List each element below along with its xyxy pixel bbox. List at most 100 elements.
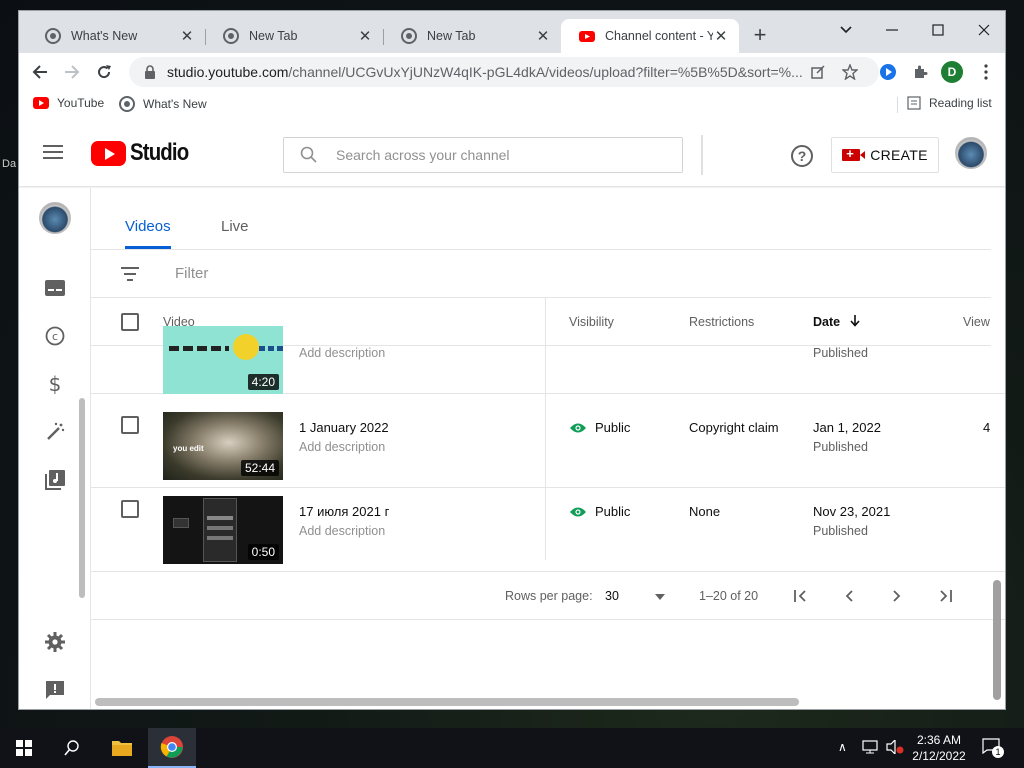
- col-date[interactable]: Date: [813, 315, 860, 329]
- tab-videos[interactable]: Videos: [125, 218, 171, 235]
- account-avatar[interactable]: [955, 137, 987, 169]
- col-restrictions[interactable]: Restrictions: [689, 315, 754, 329]
- bookmark-star-button[interactable]: [837, 59, 863, 85]
- maximize-button[interactable]: [915, 15, 961, 45]
- create-button[interactable]: CREATE: [831, 137, 939, 173]
- visibility-cell[interactable]: Public: [569, 504, 630, 519]
- address-bar[interactable]: studio.youtube.com/channel/UCGvUxYjUNzW4…: [129, 57, 879, 87]
- reload-icon: [98, 65, 111, 79]
- tab-close-icon[interactable]: ✕: [179, 27, 195, 45]
- nav-copyright[interactable]: c: [43, 324, 67, 348]
- filter-input[interactable]: Filter: [175, 265, 208, 282]
- tab-close-icon[interactable]: ✕: [357, 27, 373, 45]
- reload-button[interactable]: [91, 59, 117, 85]
- col-views[interactable]: View: [963, 315, 990, 329]
- studio-header: Studio Search across your channel ? CREA…: [19, 119, 1005, 187]
- first-page-button[interactable]: [791, 586, 811, 606]
- extension-button[interactable]: [875, 59, 901, 85]
- nav-settings[interactable]: [43, 630, 67, 654]
- bookmarks-bar: YouTube What's New Reading list: [19, 91, 1005, 117]
- file-explorer-button[interactable]: [98, 728, 146, 768]
- tab-channel-content[interactable]: Channel content - Yo ✕: [561, 19, 739, 53]
- action-center-button[interactable]: 1: [982, 738, 1004, 758]
- tab-live[interactable]: Live: [221, 218, 249, 235]
- restrictions-cell[interactable]: None: [689, 504, 720, 519]
- share-button[interactable]: [805, 59, 831, 85]
- tab-close-icon[interactable]: ✕: [535, 27, 551, 45]
- restrictions-cell[interactable]: Copyright claim: [689, 420, 779, 435]
- url-host: studio.youtube.com: [167, 64, 289, 80]
- share-icon: [811, 65, 825, 79]
- video-title[interactable]: 17 июля 2021 г: [299, 504, 389, 519]
- system-clock[interactable]: 2:36 AM 2/12/2022: [904, 732, 974, 764]
- content-horizontal-scrollbar[interactable]: [95, 698, 799, 706]
- help-icon[interactable]: ?: [791, 145, 813, 167]
- browser-toolbar: studio.youtube.com/channel/UCGvUxYjUNzW4…: [19, 53, 1005, 91]
- close-window-button[interactable]: [961, 15, 1005, 45]
- previous-page-button[interactable]: [839, 586, 859, 606]
- reading-list-button[interactable]: Reading list: [907, 96, 992, 110]
- col-visibility[interactable]: Visibility: [569, 315, 614, 329]
- dollar-icon: $: [49, 373, 62, 395]
- channel-avatar[interactable]: [39, 202, 71, 234]
- publish-status: Published: [813, 524, 868, 538]
- table-row[interactable]: 0:50 17 июля 2021 г Add description Publ…: [91, 488, 1005, 572]
- tab-whats-new[interactable]: What's New ✕: [27, 19, 205, 53]
- nav-subtitles[interactable]: [43, 276, 67, 300]
- browser-menu-button[interactable]: [973, 59, 999, 85]
- back-button[interactable]: [27, 59, 53, 85]
- nav-feedback[interactable]: [43, 678, 67, 702]
- visibility-cell[interactable]: Public: [569, 420, 630, 435]
- menu-hamburger-icon[interactable]: [43, 145, 63, 163]
- start-button[interactable]: [0, 728, 48, 768]
- tab-close-icon[interactable]: ✕: [713, 27, 729, 45]
- bookmark-youtube[interactable]: YouTube: [33, 96, 104, 110]
- nav-scrollbar[interactable]: [79, 398, 85, 598]
- rows-per-page-select[interactable]: 30: [605, 589, 667, 603]
- row-checkbox[interactable]: [121, 416, 139, 434]
- bookmark-whats-new[interactable]: What's New: [119, 96, 207, 112]
- video-thumbnail[interactable]: 4:20: [163, 326, 283, 394]
- tab-new-tab-1[interactable]: New Tab ✕: [205, 19, 383, 53]
- audio-library-icon: [45, 470, 65, 490]
- filter-bar: Filter: [91, 250, 991, 298]
- new-tab-button[interactable]: +: [749, 24, 771, 47]
- reading-list-icon: [907, 96, 921, 110]
- nav-audio-library[interactable]: [43, 468, 67, 492]
- video-duration: 52:44: [240, 460, 279, 476]
- video-thumbnail[interactable]: you edit 52:44: [163, 412, 283, 480]
- video-description[interactable]: Add description: [299, 346, 385, 360]
- filter-icon[interactable]: [121, 267, 139, 285]
- nav-customization[interactable]: [43, 420, 67, 444]
- clock-date: 2/12/2022: [912, 749, 966, 763]
- tab-search-button[interactable]: [823, 15, 869, 45]
- video-thumbnail[interactable]: 0:50: [163, 496, 283, 564]
- table-row[interactable]: 4:20 Add description Published: [91, 326, 1005, 394]
- star-icon: [842, 64, 858, 80]
- network-icon[interactable]: [862, 740, 878, 754]
- minimize-button[interactable]: [869, 15, 915, 45]
- table-row[interactable]: you edit 52:44 1 January 2022 Add descri…: [91, 404, 1005, 488]
- taskbar-search-button[interactable]: [48, 728, 96, 768]
- channel-search-input[interactable]: Search across your channel: [283, 137, 683, 173]
- browser-window: What's New ✕ New Tab ✕ New Tab ✕ Channel…: [18, 10, 1006, 710]
- last-page-button[interactable]: [935, 586, 955, 606]
- chevron-down-icon: [840, 26, 852, 34]
- extensions-button[interactable]: [907, 59, 933, 85]
- video-description[interactable]: Add description: [299, 524, 385, 538]
- next-page-button[interactable]: [887, 586, 907, 606]
- volume-muted-icon[interactable]: [886, 740, 904, 754]
- forward-button[interactable]: [59, 59, 85, 85]
- studio-logo[interactable]: Studio: [91, 139, 199, 167]
- video-title[interactable]: 1 January 2022: [299, 420, 389, 435]
- row-checkbox[interactable]: [121, 500, 139, 518]
- last-page-icon: [940, 590, 952, 602]
- nav-monetization[interactable]: $: [43, 372, 67, 396]
- content-vertical-scrollbar[interactable]: [993, 580, 1001, 700]
- select-all-checkbox[interactable]: [121, 313, 139, 331]
- video-description[interactable]: Add description: [299, 440, 385, 454]
- show-hidden-icons-button[interactable]: ∧: [838, 740, 847, 754]
- chrome-taskbar-button[interactable]: [148, 728, 196, 768]
- tab-new-tab-2[interactable]: New Tab ✕: [383, 19, 561, 53]
- profile-avatar[interactable]: D: [941, 61, 963, 83]
